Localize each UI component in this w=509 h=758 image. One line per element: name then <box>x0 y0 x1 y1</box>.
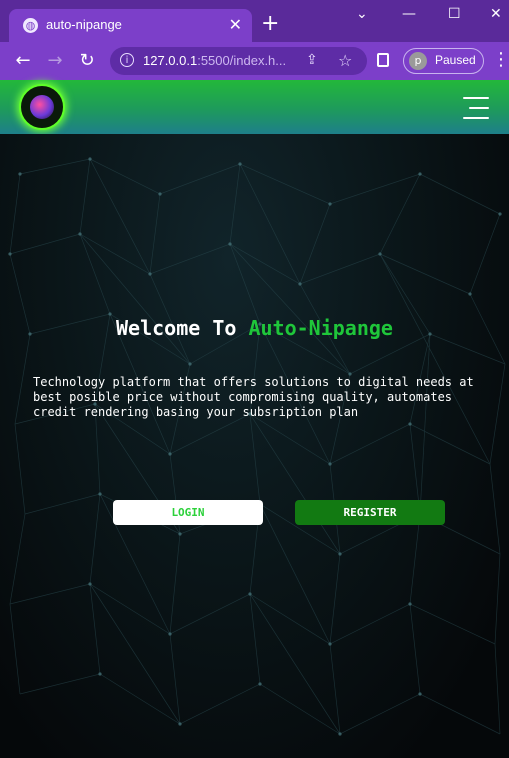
globe-icon: ◍ <box>23 18 38 33</box>
tab-search-icon[interactable]: ⌄ <box>356 6 368 22</box>
bookmark-star-icon[interactable]: ☆ <box>338 51 352 70</box>
new-tab-button[interactable]: + <box>261 13 279 35</box>
site-header <box>0 80 509 134</box>
browser-toolbar: ← → ↻ i 127.0.0.1:5500/index.h... ⇪ ☆ p … <box>0 42 509 80</box>
site-info-icon[interactable]: i <box>120 53 134 67</box>
login-button[interactable]: LOGIN <box>113 500 263 525</box>
reload-icon[interactable]: ↻ <box>75 49 99 73</box>
back-icon[interactable]: ← <box>11 49 35 73</box>
tab-title: auto-nipange <box>46 17 122 32</box>
browser-tab[interactable]: ◍ auto-nipange ✕ <box>9 9 252 42</box>
url-text: 127.0.0.1:5500/index.h... <box>143 53 287 68</box>
welcome-prefix: Welcome To <box>116 316 249 340</box>
hero-description: Technology platform that offers solution… <box>33 375 474 419</box>
logo-icon[interactable] <box>19 84 65 130</box>
profile-button[interactable]: p Paused <box>403 48 484 74</box>
forward-icon[interactable]: → <box>43 49 67 73</box>
welcome-heading: Welcome To Auto-Nipange <box>0 316 509 340</box>
profile-status: Paused <box>435 53 476 67</box>
brand-name: Auto-Nipange <box>248 316 393 340</box>
hamburger-icon[interactable] <box>463 97 489 119</box>
close-tab-button[interactable]: ✕ <box>229 15 242 35</box>
address-bar[interactable]: i 127.0.0.1:5500/index.h... ⇪ ☆ <box>110 47 367 75</box>
logo-graphic <box>30 95 54 119</box>
network-background <box>8 157 506 736</box>
hero-section <box>0 134 509 758</box>
close-window-icon[interactable]: ✕ <box>490 6 502 22</box>
share-icon[interactable]: ⇪ <box>306 52 318 68</box>
minimize-icon[interactable]: — <box>402 6 416 22</box>
side-panel-icon[interactable] <box>377 53 389 67</box>
register-button[interactable]: REGISTER <box>295 500 445 525</box>
browser-menu-icon[interactable]: ⋮ <box>492 51 509 69</box>
maximize-icon[interactable]: ☐ <box>448 6 461 22</box>
browser-tab-strip: ◍ auto-nipange ✕ + ⌄ — ☐ ✕ <box>0 0 509 42</box>
avatar: p <box>409 52 427 70</box>
